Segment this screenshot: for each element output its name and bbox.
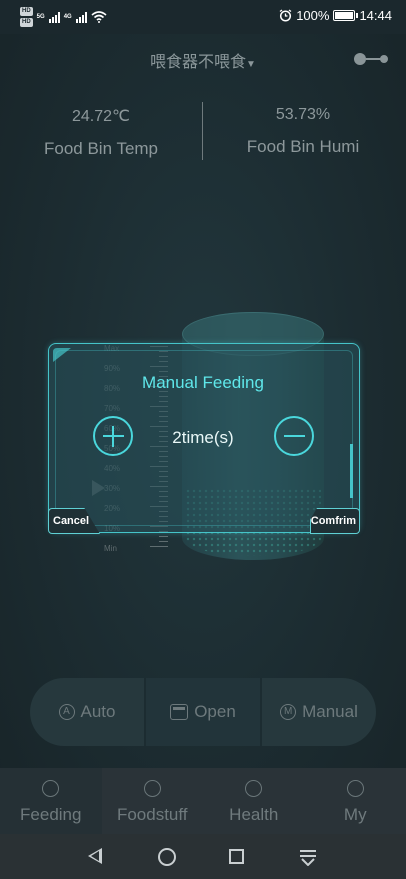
hd-badge: HD: [20, 7, 33, 16]
dropdown-triangle-icon: ▼: [246, 59, 256, 70]
notification-pull-icon[interactable]: [300, 848, 316, 866]
auto-mode-button[interactable]: A Auto: [30, 678, 144, 746]
device-name: 喂食器不喂食: [150, 54, 247, 71]
network-type-label: 4G: [63, 14, 72, 20]
food-bin-humi: 53.73% Food Bin Humi: [208, 106, 398, 157]
dialog-title: Manual Feeding: [142, 373, 264, 392]
decrease-button[interactable]: [274, 416, 314, 456]
network-type-label: 5G: [36, 14, 45, 20]
manual-label: Manual: [302, 702, 358, 721]
tab-label: My: [343, 805, 367, 824]
open-icon: [170, 704, 189, 720]
side-accent: [345, 444, 353, 498]
battery-percent: 100%: [296, 8, 330, 23]
confirm-label: Comfrim: [310, 515, 356, 527]
clock: 14:44: [359, 8, 392, 23]
toggle-icon[interactable]: [354, 52, 388, 66]
tab-foodstuff[interactable]: Foodstuff: [102, 768, 204, 834]
scale-label: Min: [104, 544, 117, 553]
wifi-icon: [91, 11, 107, 23]
confirm-button[interactable]: Comfrim: [310, 508, 360, 534]
humi-label: Food Bin Humi: [246, 137, 360, 156]
home-icon[interactable]: [158, 848, 176, 866]
device-title[interactable]: 喂食器不喂食▼: [0, 48, 406, 72]
manual-icon: M: [280, 704, 297, 720]
signal-icon: [48, 11, 60, 23]
humi-value: 53.73%: [275, 106, 331, 123]
temp-label: Food Bin Temp: [43, 139, 159, 158]
status-bar: HD HD 5G 4G 100% 14:44: [0, 0, 406, 34]
health-icon: [245, 780, 263, 797]
back-icon[interactable]: [88, 848, 102, 864]
tab-health[interactable]: Health: [203, 768, 305, 834]
hd-badge: HD: [20, 18, 33, 27]
feeding-icon: [42, 780, 60, 797]
temp-value: 24.72℃: [71, 108, 130, 125]
open-mode-button[interactable]: Open: [144, 678, 262, 746]
tab-label: Health: [229, 805, 279, 824]
network-indicators: HD HD 5G 4G: [20, 7, 107, 27]
profile-icon: [346, 780, 364, 797]
auto-label: Auto: [80, 702, 116, 721]
bottom-tab-bar: Feeding Foodstuff Health My: [0, 768, 406, 834]
food-bin-temp: 24.72℃ Food Bin Temp: [6, 106, 196, 159]
signal-icon: [75, 11, 87, 23]
scale-tick: [159, 541, 168, 542]
tab-label: Feeding: [20, 805, 82, 824]
recent-apps-icon[interactable]: [229, 849, 244, 864]
corner-accent-icon: [53, 348, 71, 362]
system-nav-bar: [0, 834, 406, 879]
minus-icon: [284, 435, 305, 437]
manual-feeding-dialog: Manual Feeding 2time(s) Cancel Comfrim: [48, 343, 360, 534]
scale-tick: [159, 536, 168, 537]
auto-icon: A: [58, 704, 75, 720]
scale-tick: [150, 546, 168, 547]
tab-label: Foodstuff: [116, 805, 188, 824]
mode-bar: A Auto Open M Manual: [30, 678, 376, 746]
alarm-clock-icon: [279, 9, 292, 22]
foodstuff-icon: [143, 780, 161, 797]
stats-divider: [202, 102, 203, 160]
cancel-label: Cancel: [53, 515, 90, 527]
tab-my[interactable]: My: [305, 768, 406, 834]
manual-mode-button[interactable]: M Manual: [262, 678, 376, 746]
status-right: 100% 14:44: [279, 8, 392, 23]
open-label: Open: [194, 702, 236, 721]
cancel-button[interactable]: Cancel: [48, 508, 100, 534]
battery-icon: [333, 10, 359, 21]
tab-feeding[interactable]: Feeding: [0, 768, 102, 834]
